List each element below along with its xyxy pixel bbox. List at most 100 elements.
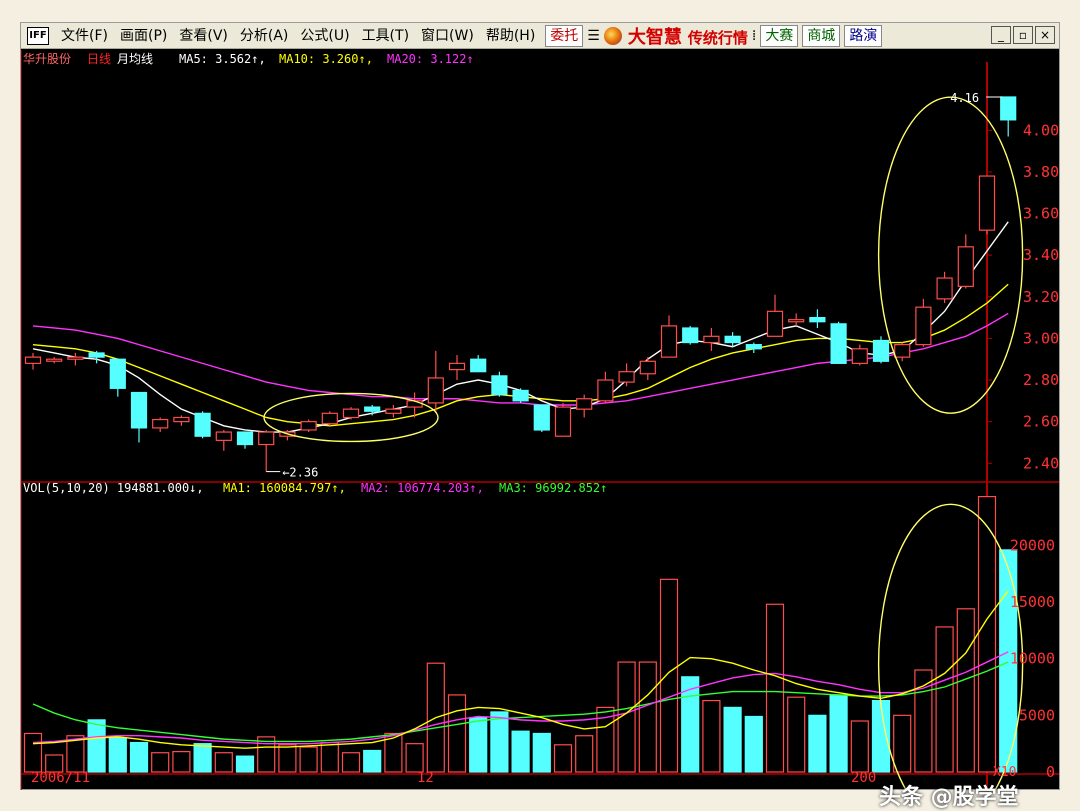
candle-body <box>173 416 190 423</box>
menu-help[interactable]: 帮助(H) <box>480 25 541 47</box>
volume-bar <box>363 749 382 773</box>
stock-name: 华升股份 <box>23 52 71 66</box>
volume-bar <box>935 626 954 773</box>
volume-bar <box>172 750 191 773</box>
candle-body <box>88 352 105 358</box>
period-label: 日线 <box>87 52 111 66</box>
price-tick-label: 3.40 <box>1023 246 1059 264</box>
candles <box>24 96 1017 472</box>
candle-body <box>957 246 974 287</box>
contest-button[interactable]: 大赛 <box>760 24 799 47</box>
price-tick-label: 3.60 <box>1023 205 1059 223</box>
volume-bar <box>808 714 827 773</box>
candle-body <box>152 418 169 429</box>
candle-body <box>512 389 529 402</box>
entrust-button[interactable]: 委托 <box>545 24 584 47</box>
ma10-readout: MA10: 3.260↑, <box>279 52 373 66</box>
candle-body <box>597 379 614 402</box>
high-label: 4.16 <box>950 91 979 105</box>
candle-body <box>639 360 656 375</box>
candle-body <box>194 412 211 437</box>
candle-body <box>745 344 762 350</box>
menu-view-screen[interactable]: 画面(P) <box>114 25 173 47</box>
price-tick-label: 3.80 <box>1023 163 1059 181</box>
mall-button[interactable]: 商城 <box>802 24 841 47</box>
price-tick-label: 2.80 <box>1023 371 1059 389</box>
menu-formula[interactable]: 公式(U) <box>294 25 355 47</box>
globe-icon[interactable] <box>603 26 622 45</box>
volume-bar <box>723 706 742 773</box>
brand-logo: 大智慧 传统行情 <box>628 23 748 49</box>
list-icon[interactable]: ☰ <box>587 28 600 44</box>
watermark: 头条 @股学堂 <box>879 785 1019 810</box>
vma3-readout: MA3: 96992.852↑ <box>499 481 607 495</box>
candle-body <box>109 358 126 389</box>
candle-body <box>788 319 805 323</box>
highlight-ellipse-price <box>877 96 1024 414</box>
candle-body <box>258 431 275 446</box>
ma-title: 月均线 <box>117 52 153 66</box>
close-button[interactable]: × <box>1035 26 1055 44</box>
candle-body <box>978 175 996 231</box>
volume-bar <box>23 732 43 773</box>
volume-bar <box>787 696 806 773</box>
volume-tick-label: 20000 <box>1010 536 1055 554</box>
volume-bar <box>765 603 785 773</box>
candle-body <box>300 421 317 431</box>
candle-body <box>851 348 868 364</box>
volume-tick-label: 0 <box>1046 763 1055 781</box>
brand-name: 大智慧 <box>627 26 682 48</box>
volume-tick-label: 15000 <box>1010 593 1055 611</box>
stock-chart[interactable]: 华升股份 日线 月均线 MA5: 3.562↑, MA10: 3.260↑, M… <box>21 50 1059 790</box>
volume-bar <box>299 746 318 773</box>
candle-body <box>533 404 550 431</box>
volume-bar <box>214 752 233 773</box>
roadshow-button[interactable]: 路演 <box>844 24 883 47</box>
volume-bars <box>23 496 1018 773</box>
menu-window[interactable]: 窗口(W) <box>415 25 480 47</box>
menu-file[interactable]: 文件(F) <box>55 25 114 47</box>
minimize-button[interactable]: _ <box>991 26 1011 44</box>
volume-bar <box>829 694 848 773</box>
volume-tick-label: 10000 <box>1010 650 1055 668</box>
low-label: ←2.36 <box>282 466 318 480</box>
candle-body <box>554 406 572 437</box>
volume-bar <box>850 720 869 773</box>
volume-bar <box>702 699 721 773</box>
x-label-mid: 12 <box>417 770 434 786</box>
brand-subtitle: 传统行情 <box>687 28 748 47</box>
volume-bar <box>659 578 679 773</box>
candle-body <box>1000 96 1017 121</box>
price-tick-label: 4.00 <box>1023 121 1059 139</box>
volume-bar <box>108 737 127 773</box>
candle-body <box>660 325 678 358</box>
ma20-readout: MA20: 3.122↑ <box>387 52 474 66</box>
menu-query[interactable]: 查看(V) <box>173 25 234 47</box>
volume-bar <box>956 608 975 773</box>
x-label-start: 2006/11 <box>31 770 90 786</box>
volume-bar <box>532 732 551 773</box>
candle-body <box>427 377 444 404</box>
volume-bar <box>320 741 339 773</box>
volume-bar <box>977 496 997 773</box>
vol-readout: VOL(5,10,20) 194881.000↓, <box>23 481 204 495</box>
candle-body <box>872 339 890 362</box>
volume-header: VOL(5,10,20) 194881.000↓, MA1: 160084.79… <box>23 481 607 495</box>
price-tick-label: 2.60 <box>1023 413 1059 431</box>
volume-bar <box>553 744 573 773</box>
candle-body <box>342 408 360 419</box>
candle-body <box>703 335 720 344</box>
menu-tools[interactable]: 工具(T) <box>356 25 415 47</box>
candle-body <box>321 412 338 425</box>
app-logo-icon[interactable]: IFF <box>27 26 49 45</box>
menu-analysis[interactable]: 分析(A) <box>234 25 295 47</box>
restore-button[interactable]: ▫ <box>1013 26 1033 44</box>
volume-bar <box>278 744 297 773</box>
app-window: IFF 文件(F) 画面(P) 查看(V) 分析(A) 公式(U) 工具(T) … <box>20 22 1060 810</box>
candle-body <box>215 431 232 441</box>
volume-bar <box>469 716 488 773</box>
price-tick-label: 3.20 <box>1023 288 1059 306</box>
candle-body <box>915 306 932 346</box>
candle-body <box>448 362 466 371</box>
candle-body <box>936 277 953 300</box>
